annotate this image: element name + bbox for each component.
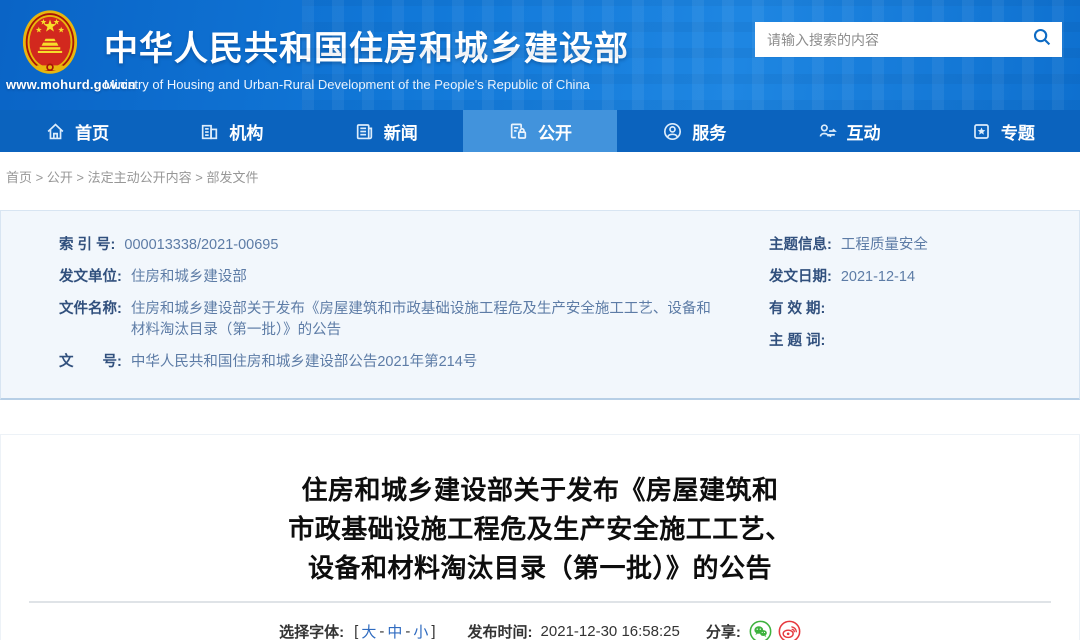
publish-time-value: 2021-12-30 16:58:25 [541,623,680,640]
national-emblem [22,7,78,84]
doc-info-label: 发文单位: [59,267,122,288]
doc-info-row-issuing-unit: 发文单位: 住房和城乡建设部 [59,267,714,288]
doc-info-label: 文 号: [59,352,122,373]
doc-info-value: 住房和城乡建设部 [131,267,714,288]
wechat-share-icon[interactable] [749,620,772,640]
doc-info-label: 索 引 号: [59,235,115,256]
doc-info-row-index-number: 索 引 号: 000013338/2021-00695 [59,235,714,256]
article-panel: 住房和城乡建设部关于发布《房屋建筑和 市政基础设施工程危及生产安全施工工艺、 设… [0,434,1080,640]
nav-label: 互动 [847,119,881,144]
nav-item-home[interactable]: 首页 [0,110,154,152]
article-title-line: 住房和城乡建设部关于发布《房屋建筑和 [1,471,1079,510]
nav-item-service[interactable]: 服务 [617,110,771,152]
nav-label: 首页 [75,119,109,144]
doc-info-value [834,331,1061,352]
topics-icon [971,121,992,142]
font-size-large-button[interactable]: 大 [361,621,376,640]
nav-item-topics[interactable]: 专题 [926,110,1080,152]
search-icon[interactable] [1032,27,1052,52]
article-meta-bar: 选择字体: [ 大 - 中 - 小 ] 发布时间: 2021-12-30 16:… [1,620,1079,640]
article-title: 住房和城乡建设部关于发布《房屋建筑和 市政基础设施工程危及生产安全施工工艺、 设… [1,471,1079,588]
organization-icon [199,121,220,142]
nav-item-news[interactable]: 新闻 [309,110,463,152]
site-header: www.mohurd.gov.cn 中华人民共和国住房和城乡建设部 Minist… [0,0,1080,110]
font-size-medium-button[interactable]: 中 [387,621,402,640]
article-title-line: 设备和材料淘汰目录（第一批）》的公告 [1,549,1079,588]
font-size-selector: 选择字体: [ 大 - 中 - 小 ] [279,621,435,640]
nav-label: 机构 [229,119,263,144]
publish-time-label: 发布时间: [468,621,533,640]
doc-info-value: 000013338/2021-00695 [124,235,714,256]
nav-label: 服务 [692,119,726,144]
share-label: 分享: [706,621,741,640]
nav-label: 专题 [1001,119,1035,144]
breadcrumb[interactable]: 首页 > 公开 > 法定主动公开内容 > 部发文件 [0,152,1080,199]
title-divider [29,601,1051,603]
nav-item-interaction[interactable]: 互动 [771,110,925,152]
nav-item-organization[interactable]: 机构 [154,110,308,152]
separator: - [405,623,410,640]
doc-info-label: 主 题 词: [769,331,825,352]
article-title-line: 市政基础设施工程危及生产安全施工工艺、 [1,510,1079,549]
doc-info-label: 主题信息: [769,235,832,256]
doc-info-value: 工程质量安全 [841,235,1061,256]
font-size-small-button[interactable]: 小 [413,621,428,640]
search-input[interactable] [767,32,1032,48]
site-subtitle-english: Ministry of Housing and Urban-Rural Deve… [104,77,629,92]
news-icon [354,121,375,142]
doc-info-label: 发文日期: [769,267,832,288]
doc-info-value [834,299,1061,320]
doc-info-label: 文件名称: [59,299,122,341]
doc-info-row-document-number: 文 号: 中华人民共和国住房和城乡建设部公告2021年第214号 [59,352,714,373]
doc-info-row-document-name: 文件名称: 住房和城乡建设部关于发布《房屋建筑和市政基础设施工程危及生产安全施工… [59,299,714,341]
doc-info-value: 2021-12-14 [841,267,1061,288]
separator: - [379,623,384,640]
main-nav: 首页 机构 新闻 公开 [0,110,1080,152]
service-icon [662,121,683,142]
font-selector-label: 选择字体: [279,621,344,640]
weibo-share-icon[interactable] [778,620,801,640]
doc-info-row-keywords: 主 题 词: [769,331,1061,352]
doc-info-row-validity-period: 有 效 期: [769,299,1061,320]
nav-item-disclosure[interactable]: 公开 [463,110,617,152]
nav-label: 公开 [538,119,572,144]
site-title: 中华人民共和国住房和城乡建设部 [104,21,629,70]
doc-info-label: 有 效 期: [769,299,825,320]
document-info-panel: 索 引 号: 000013338/2021-00695 发文单位: 住房和城乡建… [0,210,1080,400]
nav-label: 新闻 [384,119,418,144]
bracket: [ [354,623,358,640]
doc-info-row-subject-info: 主题信息: 工程质量安全 [769,235,1061,256]
home-icon [45,121,66,142]
site-search[interactable] [755,22,1062,57]
interaction-icon [817,121,838,142]
doc-info-value: 中华人民共和国住房和城乡建设部公告2021年第214号 [131,352,714,373]
doc-info-value: 住房和城乡建设部关于发布《房屋建筑和市政基础设施工程危及生产安全施工工艺、设备和… [131,299,714,341]
bracket: ] [431,623,435,640]
disclosure-icon [508,121,529,142]
doc-info-row-issue-date: 发文日期: 2021-12-14 [769,267,1061,288]
